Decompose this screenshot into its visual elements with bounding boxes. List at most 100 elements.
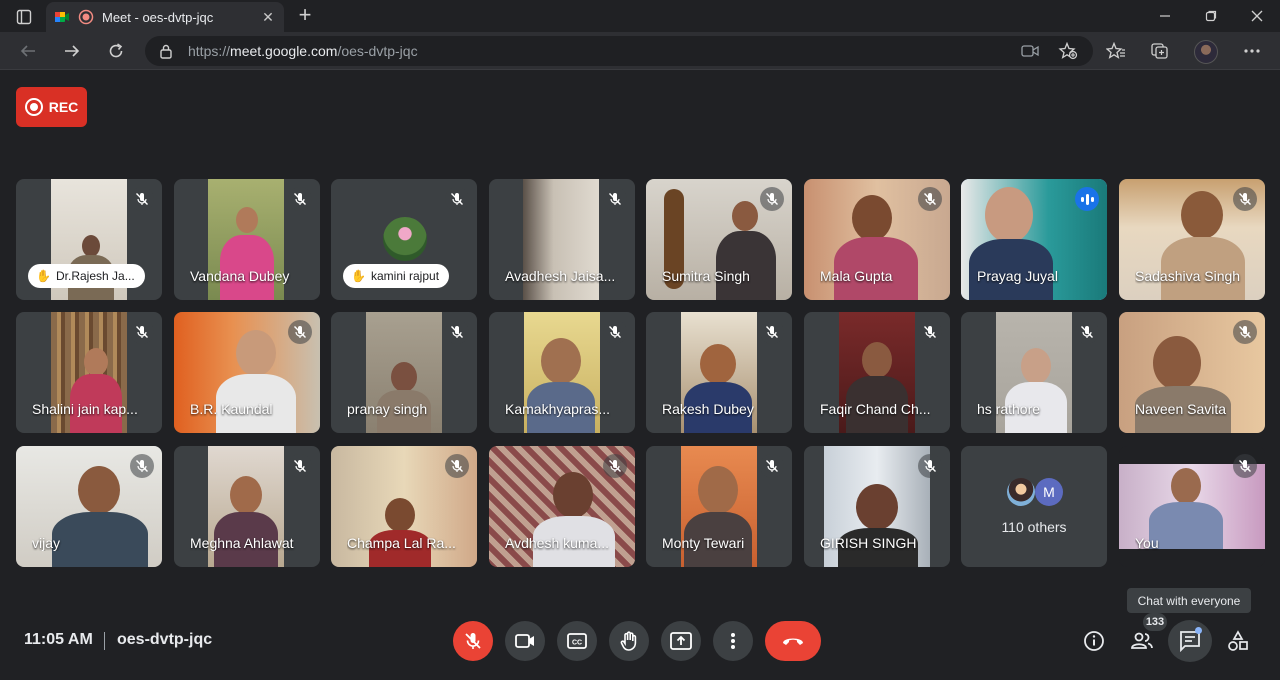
participant-name: Vandana Dubey — [190, 268, 290, 284]
meeting-code: oes-dvtp-jqc — [117, 631, 213, 648]
participant-tile[interactable]: Naveen Savita — [1119, 312, 1265, 433]
participant-tile[interactable]: Rakesh Dubey — [646, 312, 792, 433]
participant-name: hs rathore — [977, 401, 1041, 417]
mic-off-icon — [445, 187, 469, 211]
raise-hand-button[interactable] — [609, 621, 649, 661]
camera-icon — [515, 634, 534, 648]
speaking-indicator-icon — [1075, 187, 1099, 211]
mic-off-icon — [465, 633, 481, 649]
mic-off-icon — [288, 320, 312, 344]
mic-off-icon — [1233, 187, 1257, 211]
participant-tile[interactable]: Shalini jain kap... — [16, 312, 162, 433]
mic-off-icon — [603, 320, 627, 344]
participant-name: Kamakhyapras... — [505, 401, 611, 417]
others-tile[interactable]: M 110 others — [961, 446, 1107, 567]
captions-icon: CC — [567, 633, 587, 649]
mic-off-icon — [130, 454, 154, 478]
participant-name: Avadhesh Jaisa... — [505, 268, 616, 284]
mic-off-icon — [760, 187, 784, 211]
participant-name: You — [1135, 535, 1159, 551]
camera-toggle-button[interactable] — [505, 621, 545, 661]
participant-tile[interactable]: Mala Gupta — [804, 179, 950, 300]
participant-name: Mala Gupta — [820, 268, 893, 284]
mic-off-icon — [760, 454, 784, 478]
participant-tile[interactable]: Sadashiva Singh — [1119, 179, 1265, 300]
participant-name: Rakesh Dubey — [662, 401, 754, 417]
avatar — [1007, 478, 1035, 506]
avatar-letter: M — [1035, 478, 1063, 506]
participant-count-badge: 133 — [1143, 613, 1167, 631]
svg-text:CC: CC — [572, 640, 582, 647]
mic-off-icon — [288, 454, 312, 478]
divider — [104, 632, 105, 650]
participant-tile[interactable]: ✋ Dr.Rajesh Ja... — [16, 179, 162, 300]
meeting-time: 11:05 AM — [24, 631, 93, 648]
participant-tile[interactable]: B.R. Kaundal — [174, 312, 320, 433]
participant-tile[interactable]: Kamakhyapras... — [489, 312, 635, 433]
raised-hand-icon: ✋ — [351, 269, 366, 283]
raised-hand-icon: ✋ — [36, 269, 51, 283]
activities-icon[interactable] — [1223, 626, 1253, 656]
participant-name: B.R. Kaundal — [190, 401, 273, 417]
participant-tile-speaking[interactable]: Prayag Juyal — [961, 179, 1107, 300]
participant-tile[interactable]: Meghna Ahlawat — [174, 446, 320, 567]
leave-call-button[interactable] — [765, 621, 821, 661]
mic-off-icon — [918, 187, 942, 211]
participant-name: Monty Tewari — [662, 535, 745, 551]
mic-off-icon — [603, 454, 627, 478]
mic-off-icon — [1233, 454, 1257, 478]
mic-toggle-button[interactable] — [453, 621, 493, 661]
participant-tile[interactable]: ✋ kamini rajput — [331, 179, 477, 300]
participant-name: Champa Lal Ra... — [347, 535, 456, 551]
captions-button[interactable]: CC — [557, 621, 597, 661]
participant-name: Avdhesh kuma... — [505, 535, 610, 551]
mic-off-icon — [288, 187, 312, 211]
participant-tile[interactable]: Avadhesh Jaisa... — [489, 179, 635, 300]
mic-off-icon — [445, 320, 469, 344]
meeting-details-icon[interactable] — [1079, 626, 1109, 656]
mic-off-icon — [1075, 320, 1099, 344]
participant-name: GIRISH SINGH — [820, 535, 917, 551]
mic-off-icon — [445, 454, 469, 478]
participant-grid: ✋ Dr.Rajesh Ja... Vandana Dubey ✋ kamini r… — [0, 0, 1280, 680]
others-avatars: M — [1007, 478, 1067, 506]
participant-name: kamini rajput — [371, 269, 440, 283]
hang-up-icon — [783, 638, 803, 645]
mic-off-icon — [603, 187, 627, 211]
participant-tile[interactable]: Avdhesh kuma... — [489, 446, 635, 567]
participant-tile[interactable]: Faqir Chand Ch... — [804, 312, 950, 433]
participant-name: Prayag Juyal — [977, 268, 1058, 284]
participant-tile[interactable]: Champa Lal Ra... — [331, 446, 477, 567]
participant-name: Faqir Chand Ch... — [820, 401, 931, 417]
participant-name: pranay singh — [347, 401, 428, 417]
mic-off-icon — [918, 320, 942, 344]
participant-tile[interactable]: hs rathore — [961, 312, 1107, 433]
mic-off-icon — [760, 320, 784, 344]
self-view-tile[interactable]: You — [1119, 446, 1265, 567]
mic-off-icon — [130, 320, 154, 344]
mic-off-icon — [1233, 320, 1257, 344]
more-options-button[interactable] — [713, 621, 753, 661]
participant-avatar — [383, 217, 427, 261]
present-screen-icon — [670, 632, 692, 650]
more-vert-icon — [731, 633, 735, 649]
raised-hand-pill: ✋ Dr.Rajesh Ja... — [28, 264, 145, 288]
participant-name: Sumitra Singh — [662, 268, 750, 284]
mic-off-icon — [130, 187, 154, 211]
present-screen-button[interactable] — [661, 621, 701, 661]
chat-tooltip: Chat with everyone — [1127, 588, 1251, 613]
participant-name: Naveen Savita — [1135, 401, 1227, 417]
unread-dot — [1195, 627, 1202, 634]
raise-hand-icon — [620, 631, 637, 651]
participant-tile[interactable]: Monty Tewari — [646, 446, 792, 567]
participant-tile[interactable]: Vandana Dubey — [174, 179, 320, 300]
participant-name: Shalini jain kap... — [32, 401, 138, 417]
participant-tile[interactable]: vijay — [16, 446, 162, 567]
participant-name: vijay — [32, 535, 61, 551]
participant-tile[interactable]: Sumitra Singh — [646, 179, 792, 300]
participant-tile[interactable]: GIRISH SINGH — [804, 446, 950, 567]
participant-tile[interactable]: pranay singh — [331, 312, 477, 433]
participant-name: Meghna Ahlawat — [190, 535, 294, 551]
raised-hand-pill: ✋ kamini rajput — [343, 264, 450, 288]
mic-off-icon — [918, 454, 942, 478]
